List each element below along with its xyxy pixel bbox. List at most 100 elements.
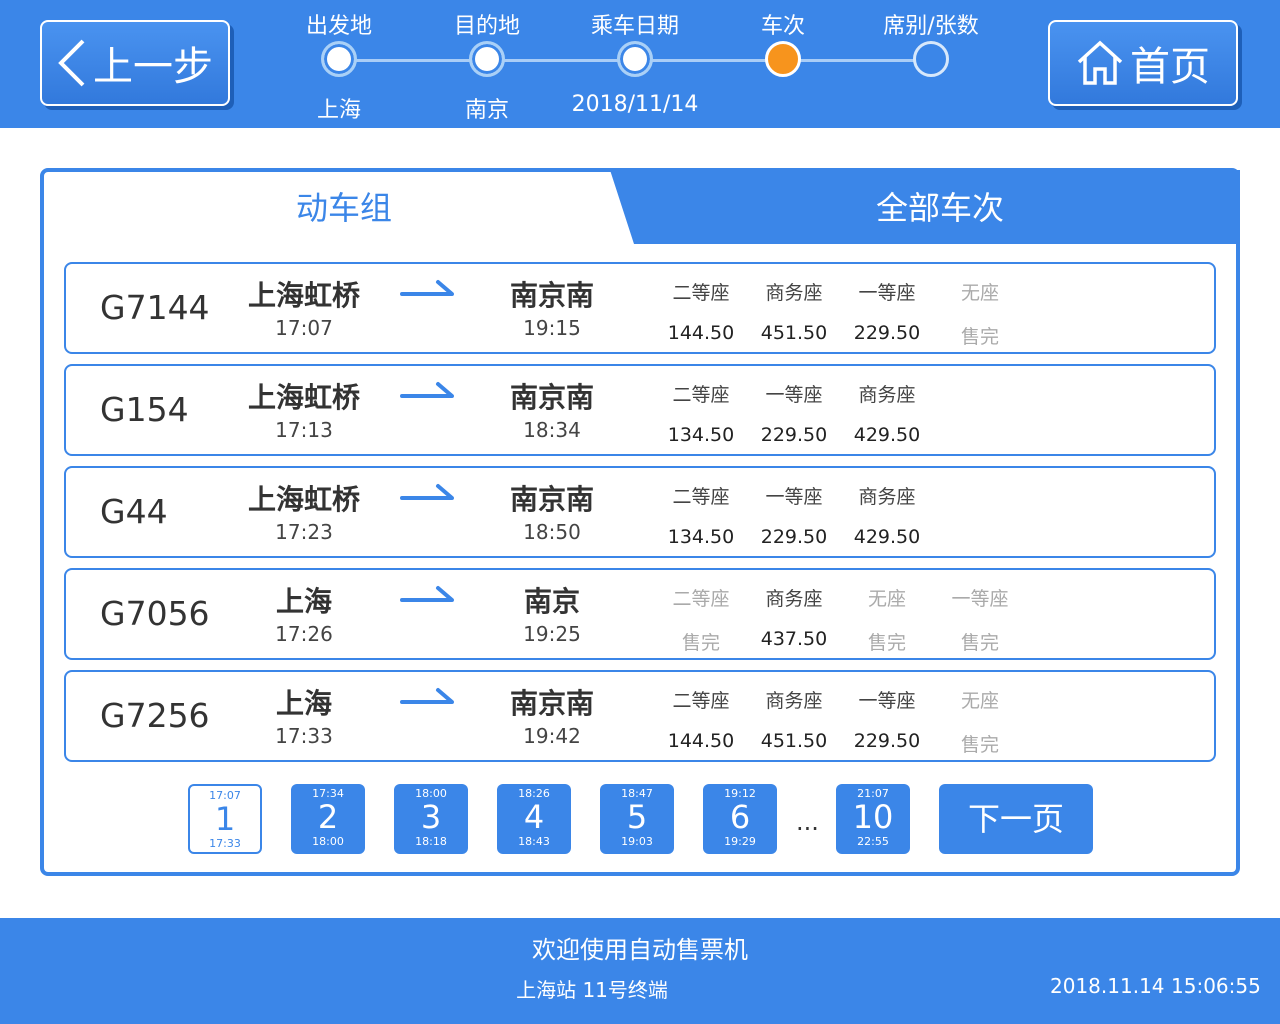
current-date: 2018.11.14 xyxy=(1050,974,1165,998)
step-indicator-done xyxy=(617,41,653,77)
seat-price: 134.50 xyxy=(667,424,735,446)
home-button[interactable]: 首页 xyxy=(1048,20,1238,106)
departure-station-name: 上海 xyxy=(275,687,332,720)
page-number: 10 xyxy=(852,798,894,836)
page-number: 5 xyxy=(626,798,648,836)
train-number: G7256 xyxy=(100,696,210,735)
page-number: 1 xyxy=(214,800,236,838)
seat-price: 229.50 xyxy=(760,424,828,446)
page-button[interactable]: 17:07 1 17:33 xyxy=(188,784,262,854)
seat-class: 无座 xyxy=(960,690,999,712)
seat-price: 售完 xyxy=(960,734,999,756)
page-number: 2 xyxy=(317,798,339,836)
step-value: 南京 xyxy=(464,98,509,123)
seat-class: 二等座 xyxy=(672,690,730,712)
page-button[interactable]: 18:26 4 18:43 xyxy=(497,784,571,854)
back-button[interactable]: 上一步 xyxy=(40,20,230,106)
seat-class: 一等座 xyxy=(765,384,823,406)
seat-class: 一等座 xyxy=(858,690,916,712)
seat-class: 商务座 xyxy=(765,588,823,610)
step-label: 席别/张数 xyxy=(883,14,979,39)
page-button[interactable]: 17:34 2 18:00 xyxy=(291,784,365,854)
train-panel: 动车组 全部车次 G7144 上海虹桥 17:07 南京南 19:15 二等座 144.50… xyxy=(40,168,1240,876)
arrival-time: 19:42 xyxy=(523,724,581,748)
train-row[interactable]: G7056 上海 17:26 南京 19:25 二等座 售完 商务座 437.50 无座 售完 一等座… xyxy=(64,568,1216,660)
train-number: G7056 xyxy=(100,594,210,633)
train-row[interactable]: G44 上海虹桥 17:23 南京南 18:50 二等座 134.50 一等座 229.50 商务… xyxy=(64,466,1216,558)
page-number: 6 xyxy=(729,798,751,836)
page-number: 4 xyxy=(523,798,545,836)
page-end-time: 22:55 xyxy=(857,835,889,848)
train-number: G7144 xyxy=(100,288,210,327)
page-end-time: 17:33 xyxy=(209,837,241,850)
departure-station-name: 上海虹桥 xyxy=(247,381,360,414)
step-indicator-done xyxy=(469,41,505,77)
step-label: 目的地 xyxy=(453,14,520,39)
arrival-station-name: 南京南 xyxy=(509,279,594,312)
direction-arrow-icon xyxy=(400,484,454,500)
tab-bar: 动车组 全部车次 xyxy=(44,170,1240,244)
departure-time: 17:33 xyxy=(275,724,333,748)
page-number: 3 xyxy=(420,798,442,836)
seat-price: 437.50 xyxy=(760,628,828,650)
seat-class: 二等座 xyxy=(672,588,730,610)
back-button-label: 上一步 xyxy=(93,44,213,90)
train-number: G154 xyxy=(100,390,189,429)
seat-class: 二等座 xyxy=(672,282,730,304)
seat-price: 售完 xyxy=(867,632,906,654)
seat-class: 一等座 xyxy=(858,282,916,304)
direction-arrow-icon xyxy=(400,382,454,398)
departure-time: 17:13 xyxy=(275,418,333,442)
seat-class: 一等座 xyxy=(951,588,1009,610)
step-value: 2018/11/14 xyxy=(571,92,699,117)
seat-class: 无座 xyxy=(960,282,999,304)
current-time: 15:06:55 xyxy=(1171,974,1261,998)
tab-all-trains[interactable]: 全部车次 xyxy=(640,172,1240,244)
arrival-time: 19:25 xyxy=(523,622,581,646)
page-button[interactable]: 18:47 5 19:03 xyxy=(600,784,674,854)
departure-station-name: 上海 xyxy=(275,585,332,618)
seat-class: 二等座 xyxy=(672,486,730,508)
departure-time: 17:07 xyxy=(275,316,333,340)
train-row[interactable]: G154 上海虹桥 17:13 南京南 18:34 二等座 134.50 一等座 229.50 商… xyxy=(64,364,1216,456)
seat-price: 229.50 xyxy=(853,730,921,752)
departure-time: 17:26 xyxy=(275,622,333,646)
train-row[interactable]: G7144 上海虹桥 17:07 南京南 19:15 二等座 144.50 商务座 451.50… xyxy=(64,262,1216,354)
arrival-station-name: 南京 xyxy=(523,585,580,618)
page-ellipsis: ... xyxy=(796,808,819,836)
chevron-left-icon xyxy=(58,39,85,87)
seat-price: 229.50 xyxy=(853,322,921,344)
page-end-time: 18:00 xyxy=(312,835,344,848)
arrival-time: 19:15 xyxy=(523,316,581,340)
arrival-time: 18:50 xyxy=(523,520,581,544)
step-indicator-todo xyxy=(913,41,949,77)
seat-class: 二等座 xyxy=(672,384,730,406)
direction-arrow-icon xyxy=(400,280,454,296)
seat-class: 一等座 xyxy=(765,486,823,508)
seat-price: 429.50 xyxy=(853,526,921,548)
page-end-time: 18:43 xyxy=(518,835,550,848)
seat-class: 商务座 xyxy=(765,690,823,712)
step-label: 车次 xyxy=(760,14,805,39)
train-row[interactable]: G7256 上海 17:33 南京南 19:42 二等座 144.50 商务座 451.50 一等… xyxy=(64,670,1216,762)
train-number: G44 xyxy=(100,492,168,531)
departure-station-name: 上海虹桥 xyxy=(247,483,360,516)
next-page-button[interactable]: 下一页 xyxy=(939,784,1093,854)
departure-station-name: 上海虹桥 xyxy=(247,279,360,312)
direction-arrow-icon xyxy=(400,688,454,704)
page-button[interactable]: 18:00 3 18:18 xyxy=(394,784,468,854)
seat-class: 商务座 xyxy=(858,486,916,508)
seat-class: 无座 xyxy=(867,588,906,610)
tab-emu[interactable]: 动车组 xyxy=(44,172,644,244)
seat-price: 144.50 xyxy=(667,322,735,344)
page-button[interactable]: 21:07 10 22:55 xyxy=(836,784,910,854)
page-end-time: 19:29 xyxy=(724,835,756,848)
page-end-time: 19:03 xyxy=(621,835,653,848)
page-button[interactable]: 19:12 6 19:29 xyxy=(703,784,777,854)
step-indicator-current xyxy=(765,41,801,77)
terminal-label: 上海站 11号终端 xyxy=(516,978,668,1002)
seat-price: 451.50 xyxy=(760,322,828,344)
seat-price: 134.50 xyxy=(667,526,735,548)
seat-price: 451.50 xyxy=(760,730,828,752)
seat-class: 商务座 xyxy=(858,384,916,406)
